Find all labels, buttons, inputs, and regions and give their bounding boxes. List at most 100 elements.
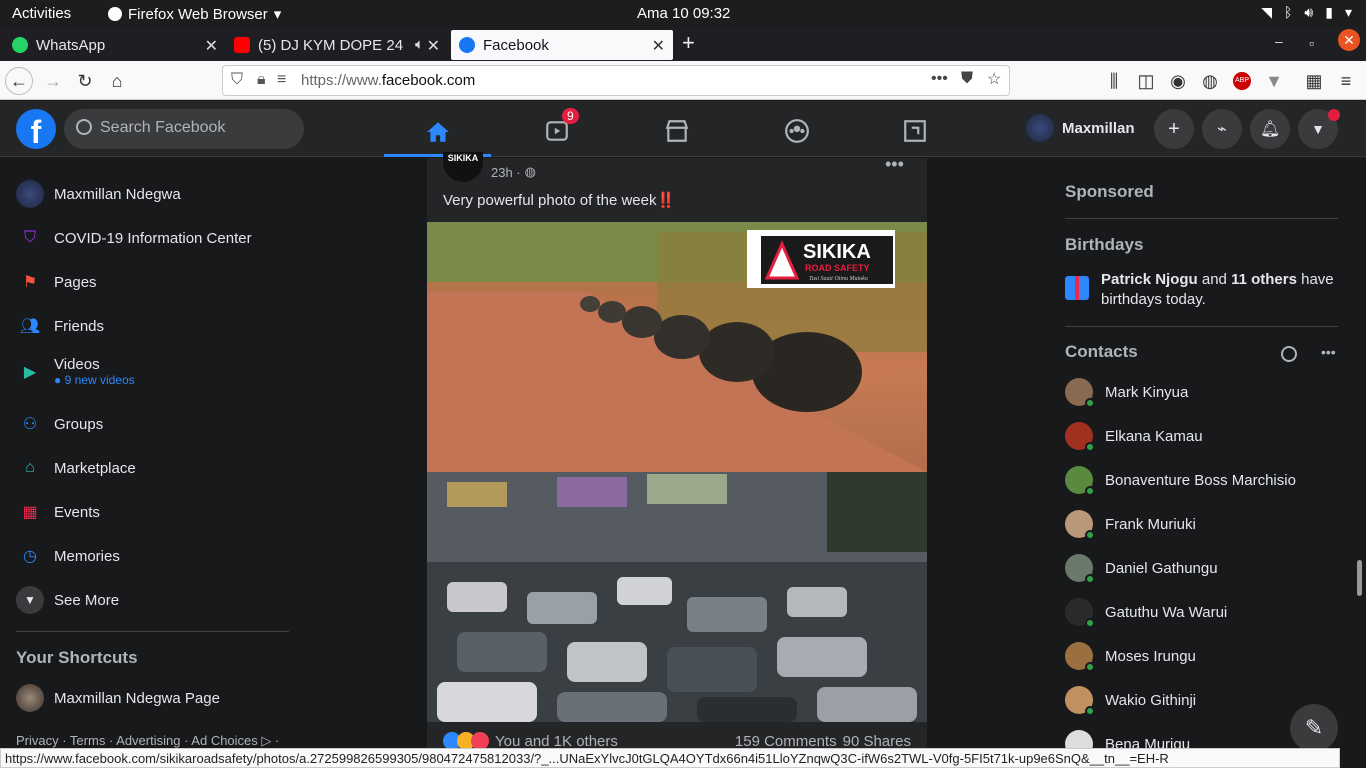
activities-button[interactable]: Activities (12, 5, 71, 22)
nav-gaming[interactable] (860, 109, 970, 153)
sidebar-item-covid[interactable]: ⛉ COVID-19 Information Center (16, 224, 252, 252)
avatar (1065, 642, 1095, 672)
contact-item[interactable]: Moses Irungu (1065, 642, 1196, 672)
birthday-others: 11 others (1231, 271, 1297, 288)
page-avatar-text: SIKIKA (447, 153, 479, 163)
app-menu[interactable]: Firefox Web Browser ▾ (108, 5, 281, 23)
contact-item[interactable]: Frank Muriuki (1065, 510, 1196, 540)
reload-button[interactable]: ↻ (71, 67, 99, 95)
shield-icon: ⛉ (23, 229, 36, 246)
globe-icon[interactable]: ◍ (1196, 67, 1224, 95)
sikika-logo-text: SIKIKA (803, 241, 871, 263)
tab-strip: WhatsApp ✕ (5) DJ KYM DOPE 24 M 🔈︎ ✕ Fac… (0, 27, 1366, 61)
search-input[interactable]: Search Facebook (64, 109, 304, 149)
sidebar-item-friends[interactable]: 👥︎ Friends (16, 312, 104, 340)
nav-watch[interactable]: 9 (502, 108, 612, 153)
pocket-icon[interactable]: ⛊ (961, 70, 973, 88)
close-tab-icon[interactable]: ✕ (652, 36, 665, 56)
post-photo-buffaloes[interactable]: SIKIKA ROAD SAFETY Tusi Sauti Otinu Muto… (427, 222, 927, 472)
tab-facebook[interactable]: Facebook ✕ (451, 30, 673, 60)
sidebar-item-label: Maxmillan Ndegwa (54, 185, 181, 203)
tab-label: Facebook (483, 36, 549, 54)
minimize-button[interactable]: – (1275, 33, 1283, 49)
contact-name: Wakio Githinji (1105, 691, 1197, 709)
address-bar[interactable]: ⛉ 🔒︎ ≡ https://www.facebook.com ••• ⛊ ☆ (222, 65, 1010, 96)
home-button[interactable]: ⌂ (103, 67, 131, 95)
contact-item[interactable]: Elkana Kamau (1065, 422, 1203, 452)
navigation-toolbar: ← → ↻ ⌂ ⛉ 🔒︎ ≡ https://www.facebook.com … (0, 61, 1366, 100)
contact-item[interactable]: Bonaventure Boss Marchisio (1065, 466, 1296, 496)
page-scrollbar[interactable] (1357, 560, 1362, 596)
messenger-button[interactable]: ⌁ (1202, 109, 1242, 149)
calendar-icon: ▦ (22, 504, 38, 521)
permissions-icon[interactable]: ≡ (277, 71, 286, 89)
sidebar-icon[interactable]: ◫ (1132, 67, 1160, 95)
search-placeholder: Search Facebook (100, 119, 226, 136)
post-photo-traffic[interactable] (427, 472, 927, 722)
birthday-notice[interactable]: Patrick Njogu and 11 others have birthda… (1065, 270, 1340, 310)
shield-icon[interactable]: ⛉ (231, 71, 243, 89)
contact-item[interactable]: Mark Kinyua (1065, 378, 1188, 408)
new-tab-button[interactable]: + (682, 30, 695, 56)
close-window-button[interactable]: ✕ (1338, 29, 1360, 51)
lock-icon[interactable]: 🔒︎ (257, 71, 266, 89)
back-button[interactable]: ← (5, 67, 33, 95)
sidebar-item-profile[interactable]: Maxmillan Ndegwa (16, 180, 181, 208)
new-message-button[interactable]: ✎ (1290, 704, 1338, 752)
tab-whatsapp[interactable]: WhatsApp ✕ (4, 30, 226, 60)
profile-chip[interactable]: Maxmillan (1026, 114, 1135, 142)
facebook-favicon (459, 37, 475, 53)
create-button[interactable]: + (1154, 109, 1194, 149)
clock[interactable]: Ama 10 09:32 (637, 5, 730, 22)
battery-icon: ▮ (1325, 4, 1333, 20)
system-tray[interactable]: ◥ ᛒ 🔊︎ ▮ ▾ (1261, 4, 1352, 21)
sidebar-item-events[interactable]: ▦ Events (16, 498, 100, 526)
page-actions-icon[interactable]: ••• (931, 70, 948, 88)
tab-youtube[interactable]: (5) DJ KYM DOPE 24 M 🔈︎ ✕ (226, 30, 448, 60)
sidebar-item-label: Memories (54, 547, 120, 565)
extensions-grid-icon[interactable]: ▦ (1300, 67, 1328, 95)
facebook-logo[interactable]: f (16, 109, 56, 149)
sidebar-item-label: Events (54, 503, 100, 521)
menu-icon[interactable]: ≡ (1332, 67, 1360, 95)
notifications-button[interactable]: 🔔︎ (1250, 109, 1290, 149)
speaker-icon[interactable]: 🔈︎ (415, 36, 424, 53)
maximize-button[interactable]: ▫ (1309, 35, 1314, 51)
contact-item[interactable]: Wakio Githinji (1065, 686, 1197, 716)
account-icon[interactable]: ◉ (1164, 67, 1192, 95)
sidebar-item-marketplace[interactable]: ⌂ Marketplace (16, 454, 136, 482)
contacts-search-icon[interactable] (1281, 346, 1297, 362)
adblock-icon[interactable]: ABP (1228, 67, 1256, 95)
close-tab-icon[interactable]: ✕ (205, 36, 218, 56)
post-meta: 23h · ◍ (491, 164, 536, 180)
post-options-icon[interactable]: ••• (885, 154, 904, 175)
facebook-header: f Search Facebook 9 Maxmillan + ⌁ 🔔︎ ▼ (0, 101, 1366, 157)
shortcut-item[interactable]: Maxmillan Ndegwa Page (16, 684, 220, 712)
nav-groups[interactable] (742, 109, 852, 153)
url-text[interactable]: https://www.facebook.com (301, 72, 475, 89)
library-icon[interactable]: ⫼ (1100, 67, 1128, 95)
page-avatar[interactable]: SIKIKA (443, 152, 483, 182)
sidebar-item-see-more[interactable]: ▼ See More (16, 586, 119, 614)
sidebar-item-memories[interactable]: ◷ Memories (16, 542, 120, 570)
birthday-mid: and (1197, 271, 1232, 288)
contact-item[interactable]: Daniel Gathungu (1065, 554, 1218, 584)
nav-marketplace[interactable] (622, 109, 732, 153)
account-menu-button[interactable]: ▼ (1298, 109, 1340, 149)
status-bar-url: https://www.facebook.com/sikikaroadsafet… (0, 748, 1340, 768)
contact-item[interactable]: Gatuthu Wa Warui (1065, 598, 1227, 628)
extension-icon[interactable]: ▼ (1260, 67, 1288, 95)
footer-links[interactable]: Privacy · Terms · Advertising · Ad Choic… (16, 733, 279, 749)
contacts-options-icon[interactable]: ••• (1321, 344, 1336, 360)
feed-post: SIKIKA 23h · ◍ ••• Very powerful photo o… (427, 152, 927, 750)
nav-home[interactable] (384, 109, 491, 157)
bookmark-star-icon[interactable]: ☆ (987, 69, 1001, 89)
sponsored-title: Sponsored (1065, 182, 1154, 201)
forward-button[interactable]: → (39, 67, 67, 95)
sidebar-item-videos[interactable]: ▶ Videos ● 9 new videos (16, 356, 135, 387)
post-time[interactable]: 23h · (491, 165, 521, 180)
sidebar-item-groups[interactable]: ⚇ Groups (16, 410, 103, 438)
close-tab-icon[interactable]: ✕ (427, 36, 440, 56)
sidebar-item-pages[interactable]: ⚑ Pages (16, 268, 97, 296)
messenger-icon: ⌁ (1217, 121, 1227, 138)
